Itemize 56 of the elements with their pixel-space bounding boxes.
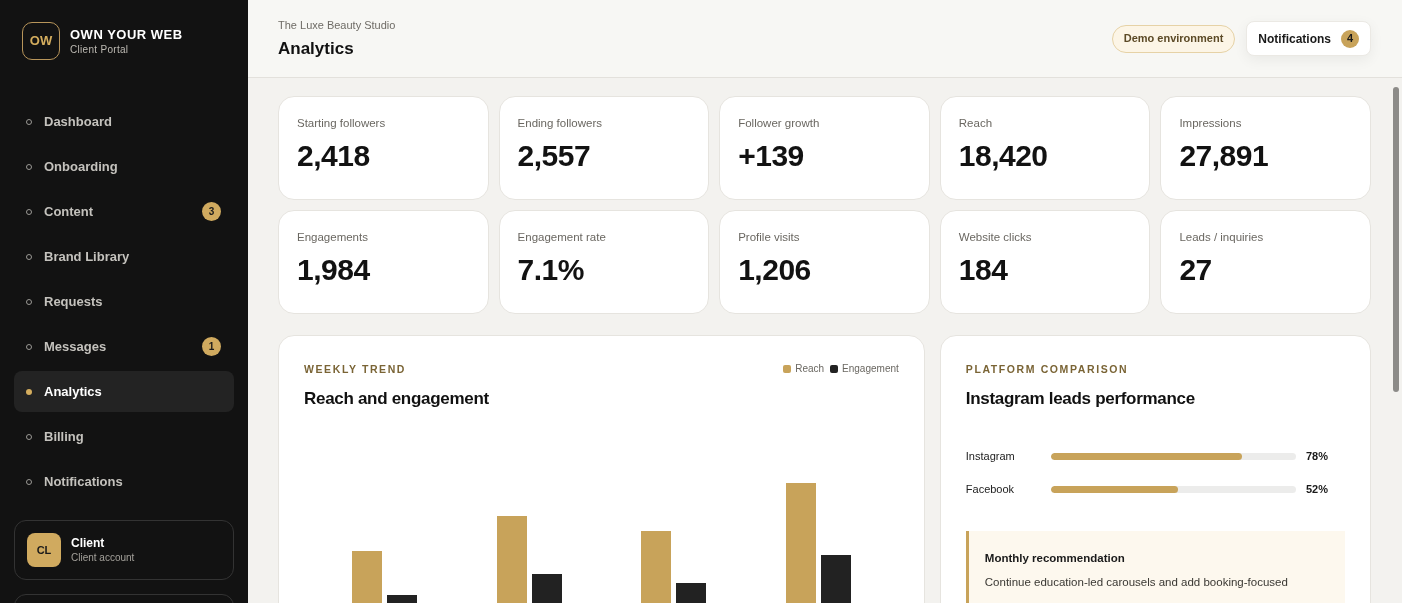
- legend-label: Engagement: [842, 362, 899, 375]
- recommendation-title: Monthly recommendation: [984, 551, 1126, 566]
- nav-item[interactable]: Onboarding: [14, 146, 234, 187]
- metric-value: 184: [958, 252, 1009, 288]
- environment-badge: Demo environment: [1111, 24, 1236, 53]
- nav-item[interactable]: Analytics: [14, 371, 234, 412]
- metric-label: Follower growth: [738, 116, 821, 131]
- brand-logo: OW: [22, 22, 60, 60]
- metric-label: Leads / inquiries: [1179, 230, 1265, 245]
- metric-value: 27: [1179, 252, 1213, 288]
- metric-value: +139: [738, 138, 805, 174]
- card-eyebrow: PLATFORM COMPARISON: [965, 362, 1130, 376]
- metric-label: Engagement rate: [517, 230, 607, 245]
- metric-label: Website clicks: [958, 230, 1033, 245]
- legend-label: Reach: [795, 362, 825, 375]
- platform-percent: 78%: [1306, 448, 1330, 464]
- card-title: Reach and engagement: [304, 388, 490, 410]
- account-name: Client: [71, 536, 106, 551]
- platform-name: Instagram: [965, 448, 1016, 464]
- platform-name: Facebook: [965, 481, 1016, 497]
- brand-name: OWN YOUR WEB: [70, 26, 183, 43]
- card-title: Instagram leads performance: [965, 388, 1196, 410]
- nav-item[interactable]: Dashboard: [14, 101, 234, 142]
- nav-badge: 3: [202, 202, 221, 221]
- metric-label: Ending followers: [517, 116, 603, 131]
- nav-item[interactable]: Notifications: [14, 461, 234, 502]
- nav-badge: 1: [202, 337, 221, 356]
- page-title: Analytics: [278, 37, 355, 60]
- metric-value: 2,557: [517, 138, 592, 174]
- metric-label: Starting followers: [297, 116, 387, 131]
- nav-item[interactable]: Messages 1: [14, 326, 234, 367]
- recommendation-text: Continue education-led carousels and add booking-focused: [984, 575, 1289, 590]
- metric-label: Profile visits: [738, 230, 801, 245]
- nav-item[interactable]: Billing: [14, 416, 234, 457]
- metric-value: 2,418: [297, 138, 371, 174]
- metric-label: Impressions: [1179, 116, 1243, 131]
- nav-item[interactable]: Requests: [14, 281, 234, 322]
- card-eyebrow: WEEKLY TREND: [304, 362, 407, 376]
- brand-tagline: Client Portal: [70, 42, 130, 56]
- metric-value: 7.1%: [517, 252, 585, 288]
- metric-value: 1,206: [738, 252, 812, 288]
- platform-percent: 52%: [1306, 481, 1330, 497]
- metric-value: 18,420: [958, 138, 1049, 174]
- nav-item[interactable]: Content 3: [14, 191, 234, 232]
- metric-label: Reach: [958, 116, 994, 131]
- account-role: Client account: [71, 551, 135, 564]
- notifications-count: 4: [1341, 29, 1359, 48]
- scrollbar-thumb[interactable]: [1393, 87, 1399, 392]
- nav-item[interactable]: Brand Library: [14, 236, 234, 277]
- notifications-button[interactable]: Notifications 4: [1246, 21, 1371, 56]
- metric-label: Engagements: [297, 230, 369, 245]
- account-avatar: CL: [27, 533, 61, 567]
- metric-value: 27,891: [1179, 138, 1270, 174]
- metric-value: 1,984: [297, 252, 371, 288]
- page-subtitle: The Luxe Beauty Studio: [278, 17, 396, 32]
- account-card[interactable]: CL Client Client account: [14, 520, 234, 580]
